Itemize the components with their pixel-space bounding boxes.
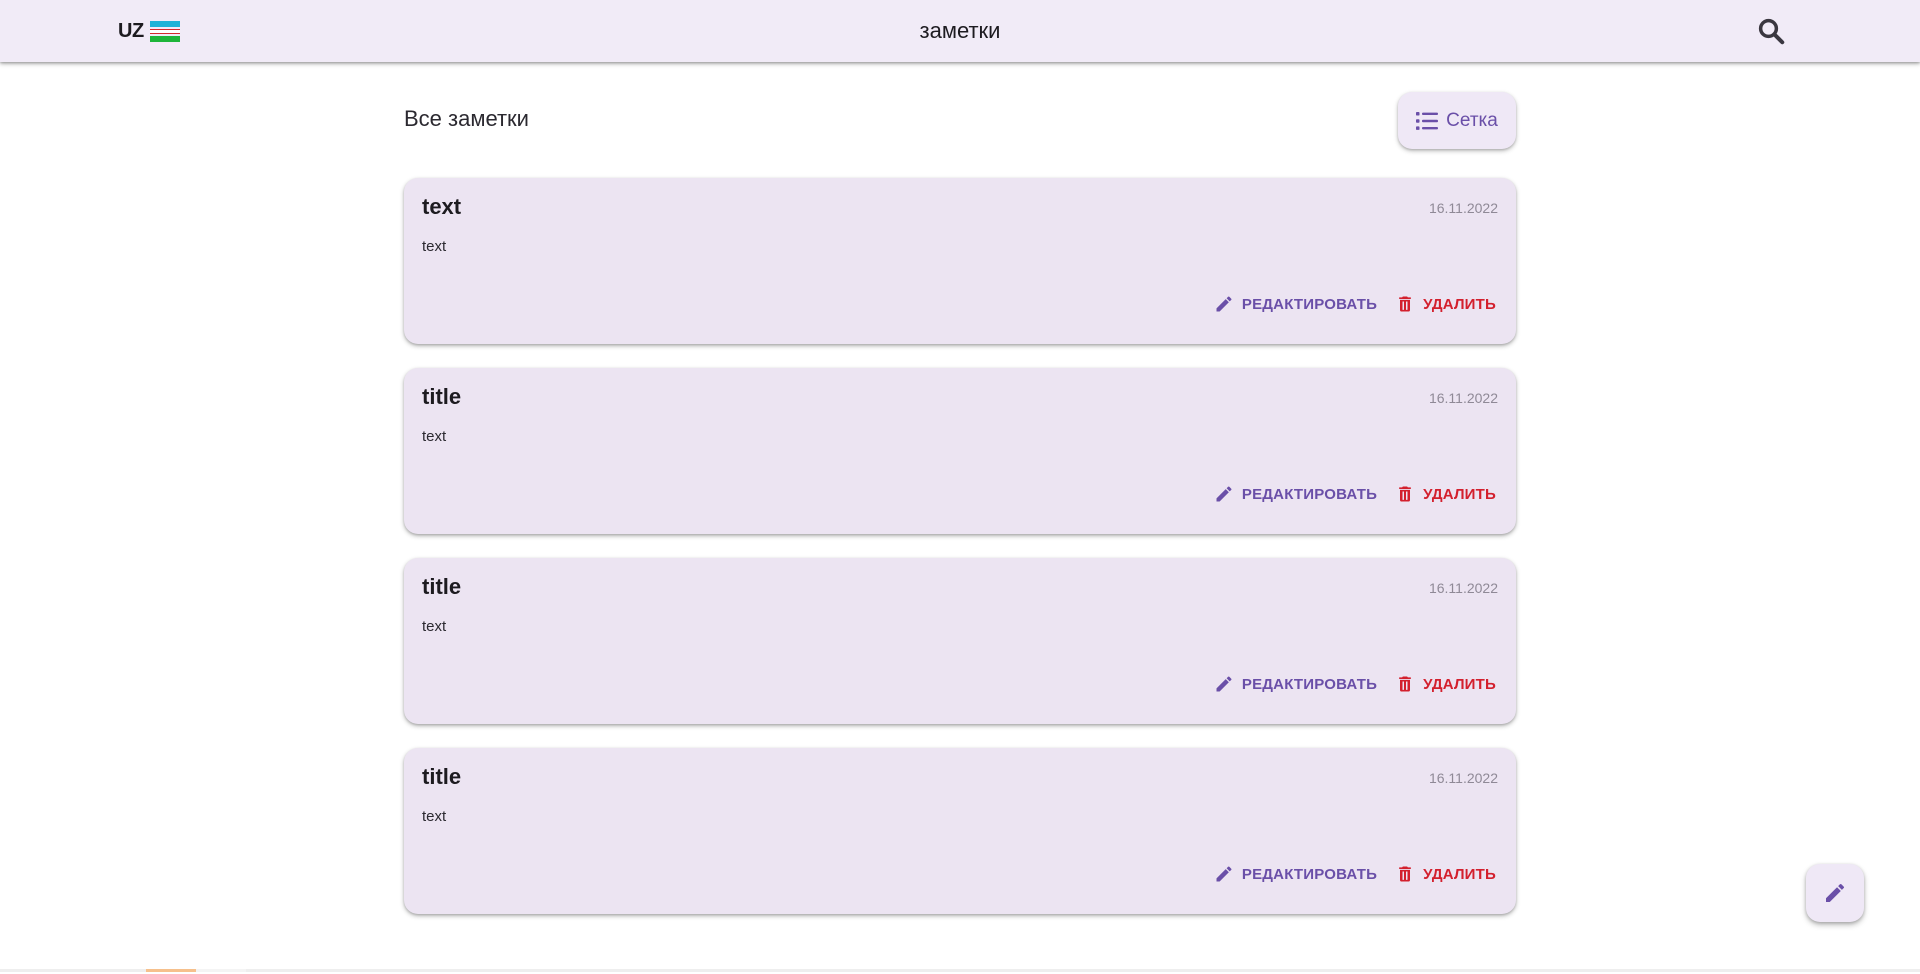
note-card[interactable]: title 16.11.2022 text РЕДАКТИРОВАТЬ УДАЛ… xyxy=(404,748,1516,914)
main-content: Все заметки Сетка text 16.11.2022 text Р… xyxy=(404,62,1516,914)
note-date: 16.11.2022 xyxy=(1428,200,1498,216)
search-icon xyxy=(1758,18,1785,45)
delete-label: УДАЛИТЬ xyxy=(1423,295,1496,313)
note-text: text xyxy=(422,808,447,825)
trash-icon xyxy=(1399,866,1411,882)
edit-label: РЕДАКТИРОВАТЬ xyxy=(1241,675,1378,693)
note-date: 16.11.2022 xyxy=(1428,580,1498,596)
note-title: text xyxy=(422,194,462,219)
new-note-fab[interactable] xyxy=(1806,864,1864,922)
section-title: Все заметки xyxy=(404,106,529,131)
note-actions: РЕДАКТИРОВАТЬ УДАЛИТЬ xyxy=(1214,674,1496,694)
note-actions: РЕДАКТИРОВАТЬ УДАЛИТЬ xyxy=(1214,484,1496,504)
horizontal-scrollbar[interactable] xyxy=(0,969,1920,972)
note-card[interactable]: title 16.11.2022 text РЕДАКТИРОВАТЬ УДАЛ… xyxy=(404,558,1516,724)
notes-header: Все заметки Сетка xyxy=(404,62,1516,178)
edit-label: РЕДАКТИРОВАТЬ xyxy=(1241,485,1378,503)
edit-button[interactable]: РЕДАКТИРОВАТЬ xyxy=(1214,864,1377,884)
scrollbar-track-segment xyxy=(196,969,246,972)
note-card[interactable]: title 16.11.2022 text РЕДАКТИРОВАТЬ УДАЛ… xyxy=(404,368,1516,534)
pencil-icon xyxy=(1216,866,1232,882)
delete-button[interactable]: УДАЛИТЬ xyxy=(1395,484,1496,504)
pencil-icon xyxy=(1216,296,1232,312)
view-toggle-button[interactable]: Сетка xyxy=(1398,92,1516,149)
delete-label: УДАЛИТЬ xyxy=(1423,485,1496,503)
note-card[interactable]: text 16.11.2022 text РЕДАКТИРОВАТЬ УДАЛИ… xyxy=(404,178,1516,344)
search-button[interactable] xyxy=(1752,12,1790,50)
edit-button[interactable]: РЕДАКТИРОВАТЬ xyxy=(1214,484,1377,504)
delete-button[interactable]: УДАЛИТЬ xyxy=(1395,294,1496,314)
trash-icon xyxy=(1399,296,1411,312)
delete-label: УДАЛИТЬ xyxy=(1423,865,1496,883)
language-code: UZ xyxy=(118,19,144,42)
edit-label: РЕДАКТИРОВАТЬ xyxy=(1241,865,1378,883)
pencil-icon xyxy=(1216,486,1232,502)
note-actions: РЕДАКТИРОВАТЬ УДАЛИТЬ xyxy=(1214,294,1496,314)
delete-button[interactable]: УДАЛИТЬ xyxy=(1395,864,1496,884)
note-text: text xyxy=(422,238,447,255)
app-title: заметки xyxy=(919,18,1001,43)
trash-icon xyxy=(1399,486,1411,502)
scrollbar-thumb[interactable] xyxy=(146,969,196,972)
note-date: 16.11.2022 xyxy=(1428,390,1498,406)
note-title: title xyxy=(422,384,462,409)
pencil-icon xyxy=(1216,676,1232,692)
uzbekistan-flag-icon xyxy=(149,20,180,42)
pencil-icon xyxy=(1826,883,1845,902)
edit-button[interactable]: РЕДАКТИРОВАТЬ xyxy=(1214,294,1377,314)
note-text: text xyxy=(422,428,447,445)
delete-button[interactable]: УДАЛИТЬ xyxy=(1395,674,1496,694)
delete-label: УДАЛИТЬ xyxy=(1423,675,1496,693)
edit-button[interactable]: РЕДАКТИРОВАТЬ xyxy=(1214,674,1377,694)
note-title: title xyxy=(422,574,462,599)
app-bar: UZ заметки xyxy=(0,0,1920,62)
language-switcher[interactable]: UZ xyxy=(118,0,180,62)
edit-label: РЕДАКТИРОВАТЬ xyxy=(1241,295,1378,313)
note-title: title xyxy=(422,764,462,789)
note-actions: РЕДАКТИРОВАТЬ УДАЛИТЬ xyxy=(1214,864,1496,884)
note-date: 16.11.2022 xyxy=(1428,770,1498,786)
note-text: text xyxy=(422,618,447,635)
trash-icon xyxy=(1399,676,1411,692)
view-toggle-label: Сетка xyxy=(1446,109,1498,131)
list-icon xyxy=(1416,111,1439,130)
